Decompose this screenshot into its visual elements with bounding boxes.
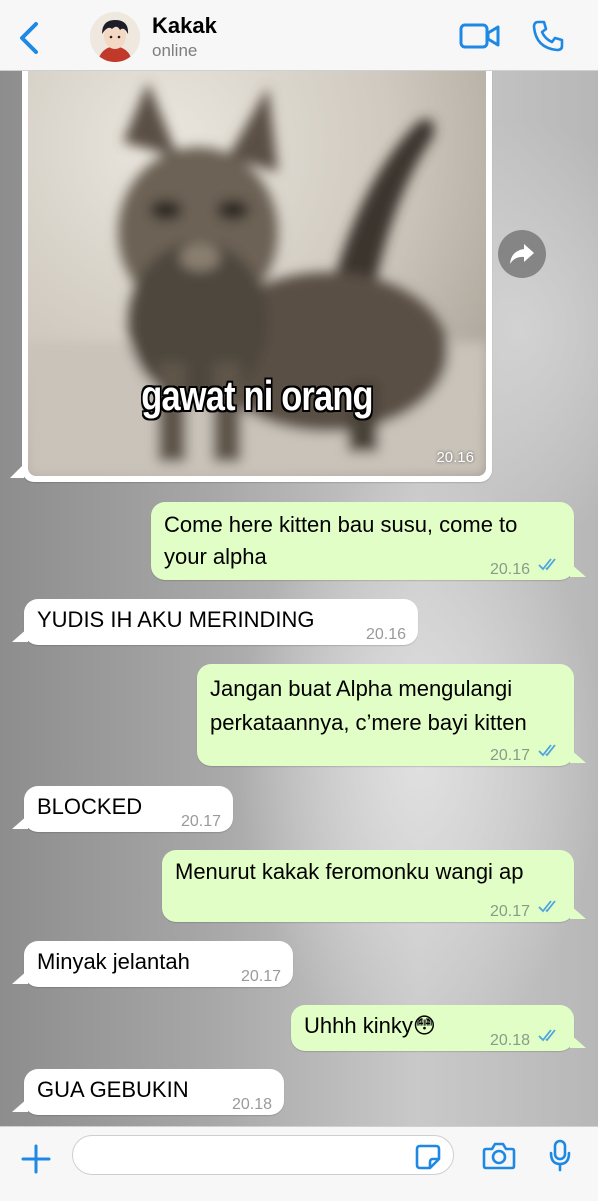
outgoing-message[interactable]: Menurut kakak feromonku wangi ap 20.17 (162, 850, 586, 922)
bubble-tail (12, 815, 28, 829)
bubble-tail (10, 464, 24, 478)
outgoing-message[interactable]: Come here kitten bau susu, come to your … (151, 502, 586, 580)
message-input-bar (0, 1126, 598, 1201)
avatar-illustration (90, 12, 140, 62)
forward-arrow-icon (510, 244, 534, 264)
bubble-tail (570, 905, 586, 919)
message-text: YUDIS IH AKU MERINDING (37, 607, 315, 632)
message-text: BLOCKED (37, 794, 143, 819)
bubble-tail (12, 1098, 28, 1112)
contact-name[interactable]: Kakak (152, 13, 217, 39)
video-camera-icon (459, 23, 500, 49)
message-time: 20.17 (240, 968, 281, 985)
attach-button[interactable] (20, 1143, 52, 1175)
contact-status: online (152, 41, 198, 60)
double-check-icon (538, 1029, 556, 1042)
incoming-message[interactable]: GUA GEBUKIN 20.18 (12, 1069, 284, 1115)
meme-caption: gawat ni orang (141, 372, 373, 419)
bubble-tail (12, 628, 28, 642)
microphone-icon (549, 1139, 571, 1172)
outgoing-message[interactable]: Uhhh kinky😳 20.18 (291, 1005, 586, 1051)
message-text: Minyak jelantah (37, 949, 190, 974)
sticker-icon (415, 1144, 441, 1170)
message-time: 20.16 (436, 449, 474, 466)
incoming-message[interactable]: BLOCKED 20.17 (12, 786, 233, 832)
back-button[interactable] (12, 18, 46, 58)
message-time: 20.16 (365, 626, 406, 643)
incoming-message[interactable]: Minyak jelantah 20.17 (12, 941, 293, 987)
message-text: GUA GEBUKIN (37, 1077, 189, 1102)
contact-avatar[interactable] (90, 12, 140, 62)
microphone-button[interactable] (548, 1139, 572, 1173)
double-check-icon (538, 744, 556, 757)
voice-call-button[interactable] (530, 18, 566, 54)
double-check-icon (538, 558, 556, 571)
message-input[interactable] (72, 1135, 454, 1175)
incoming-message[interactable]: YUDIS IH AKU MERINDING 20.16 (12, 599, 418, 645)
message-time: 20.17 (489, 747, 530, 764)
bubble-tail (570, 749, 586, 763)
message-text-line: Come here kitten bau susu, come to (164, 512, 518, 537)
message-text: Menurut kakak feromonku wangi ap (175, 859, 524, 884)
double-check-icon (538, 900, 556, 913)
plus-icon (21, 1144, 51, 1174)
cat-photo[interactable]: gawat ni orang 20.16 (28, 62, 486, 476)
message-time: 20.17 (489, 903, 530, 920)
forward-button[interactable] (498, 230, 546, 278)
outgoing-message[interactable]: Jangan buat Alpha mengulangi perkataanny… (197, 664, 586, 766)
message-text-line: perkataannya, c’mere bayi kitten (210, 710, 527, 735)
phone-icon (532, 20, 564, 52)
camera-icon (482, 1142, 516, 1170)
video-call-button[interactable] (459, 20, 501, 52)
message-text: Uhhh kinky😳 (304, 1013, 436, 1038)
message-time: 20.18 (489, 1032, 530, 1049)
bubble-tail (570, 1034, 586, 1048)
chevron-left-icon (20, 22, 38, 54)
message-text-line: your alpha (164, 544, 267, 569)
message-time: 20.18 (231, 1096, 272, 1113)
camera-button[interactable] (482, 1141, 516, 1171)
message-time: 20.16 (489, 561, 530, 578)
bubble-tail (570, 563, 586, 577)
message-text-line: Jangan buat Alpha mengulangi (210, 676, 513, 701)
bubble-tail (12, 970, 28, 984)
chat-header: Kakak online (0, 0, 598, 71)
message-time: 20.17 (180, 813, 221, 830)
sticker-button[interactable] (414, 1143, 442, 1171)
image-message[interactable]: gawat ni orang 20.16 (10, 62, 492, 482)
